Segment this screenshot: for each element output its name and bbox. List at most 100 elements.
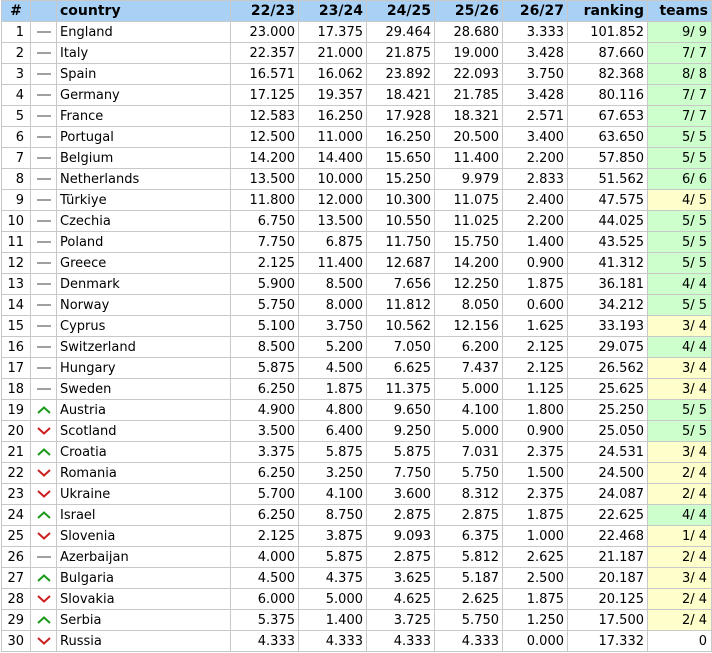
header-season-23-24[interactable]: 23/24 [298,0,367,22]
season-25-26-cell: 28.680 [434,21,503,43]
table-row[interactable]: 28 Slovakia 6.000 5.000 4.625 2.625 1.875 20.12… [1,588,712,610]
country-cell[interactable]: Portugal [56,126,231,148]
table-row[interactable]: 4 Germany 17.125 19.357 18.421 21.785 3.428 80.… [1,84,712,106]
teams-cell: 2/ 4 [647,546,712,568]
season-25-26-cell: 15.750 [434,231,503,253]
table-row[interactable]: 19 Austria 4.900 4.800 9.650 4.100 1.800 25.250… [1,399,712,421]
season-26-27-cell: 3.333 [502,21,568,43]
table-row[interactable]: 12 Greece 2.125 11.400 12.687 14.200 0.900 41.3… [1,252,712,274]
table-row[interactable]: 8 Netherlands 13.500 10.000 15.250 9.979 2.833… [1,168,712,190]
country-cell[interactable]: Poland [56,231,231,253]
header-season-25-26[interactable]: 25/26 [434,0,503,22]
trend-cell [30,630,57,652]
ranking-total-cell: 20.187 [567,567,648,589]
season-24-25-cell: 17.928 [366,105,435,127]
table-row[interactable]: 15 Cyprus 5.100 3.750 10.562 12.156 1.625 33.19… [1,315,712,337]
season-25-26-cell: 4.100 [434,399,503,421]
table-row[interactable]: 17 Hungary 5.875 4.500 6.625 7.437 2.125 26.562… [1,357,712,379]
season-24-25-cell: 29.464 [366,21,435,43]
country-cell[interactable]: Netherlands [56,168,231,190]
teams-cell: 5/ 5 [647,210,712,232]
header-season-22-23[interactable]: 22/23 [230,0,299,22]
table-row[interactable]: 25 Slovenia 2.125 3.875 9.093 6.375 1.000 22.46… [1,525,712,547]
country-cell[interactable]: Croatia [56,441,231,463]
season-26-27-cell: 1.875 [502,504,568,526]
rank-cell: 25 [1,525,31,547]
country-cell[interactable]: Norway [56,294,231,316]
country-cell[interactable]: Greece [56,252,231,274]
teams-cell: 3/ 4 [647,357,712,379]
country-cell[interactable]: Slovenia [56,525,231,547]
header-season-24-25[interactable]: 24/25 [366,0,435,22]
table-row[interactable]: 26 Azerbaijan 4.000 5.875 2.875 5.812 2.625 21.… [1,546,712,568]
table-row[interactable]: 9 Türkiye 11.800 12.000 10.300 11.075 2.400 47.… [1,189,712,211]
season-22-23-cell: 12.583 [230,105,299,127]
header-rank[interactable]: # [1,0,31,22]
country-cell[interactable]: Sweden [56,378,231,400]
country-cell[interactable]: Scotland [56,420,231,442]
table-row[interactable]: 5 France 12.583 16.250 17.928 18.321 2.571 67.6… [1,105,712,127]
table-row[interactable]: 13 Denmark 5.900 8.500 7.656 12.250 1.875 36.18… [1,273,712,295]
table-row[interactable]: 21 Croatia 3.375 5.875 5.875 7.031 2.375 24.531… [1,441,712,463]
table-row[interactable]: 1 England 23.000 17.375 29.464 28.680 3.333 101… [1,21,712,43]
table-row[interactable]: 29 Serbia 5.375 1.400 3.725 5.750 1.250 17.500 2… [1,609,712,631]
header-ranking[interactable]: ranking [567,0,648,22]
header-season-26-27[interactable]: 26/27 [502,0,568,22]
country-cell[interactable]: Romania [56,462,231,484]
table-row[interactable]: 3 Spain 16.571 16.062 23.892 22.093 3.750 82.36… [1,63,712,85]
table-row[interactable]: 30 Russia 4.333 4.333 4.333 4.333 0.000 17.332 0 [1,630,712,652]
country-cell[interactable]: Serbia [56,609,231,631]
table-row[interactable]: 2 Italy 22.357 21.000 21.875 19.000 3.428 87.66… [1,42,712,64]
country-cell[interactable]: Slovakia [56,588,231,610]
season-23-24-cell: 10.000 [298,168,367,190]
country-cell[interactable]: Bulgaria [56,567,231,589]
season-22-23-cell: 5.700 [230,483,299,505]
header-country[interactable]: country [56,0,231,22]
season-22-23-cell: 4.500 [230,567,299,589]
table-row[interactable]: 16 Switzerland 8.500 5.200 7.050 6.200 2.125 29… [1,336,712,358]
country-cell[interactable]: Austria [56,399,231,421]
table-row[interactable]: 23 Ukraine 5.700 4.100 3.600 8.312 2.375 24.087… [1,483,712,505]
table-row[interactable]: 14 Norway 5.750 8.000 11.812 8.050 0.600 34.212… [1,294,712,316]
table-row[interactable]: 27 Bulgaria 4.500 4.375 3.625 5.187 2.500 20.18… [1,567,712,589]
country-cell[interactable]: Italy [56,42,231,64]
ranking-total-cell: 21.187 [567,546,648,568]
country-cell[interactable]: Russia [56,630,231,652]
table-row[interactable]: 24 Israel 6.250 8.750 2.875 2.875 1.875 22.625 4… [1,504,712,526]
country-cell[interactable]: Hungary [56,357,231,379]
rank-cell: 16 [1,336,31,358]
rank-cell: 12 [1,252,31,274]
season-22-23-cell: 3.500 [230,420,299,442]
country-cell[interactable]: Switzerland [56,336,231,358]
season-25-26-cell: 8.312 [434,483,503,505]
trend-cell [30,546,57,568]
table-row[interactable]: 11 Poland 7.750 6.875 11.750 15.750 1.400 43.52… [1,231,712,253]
season-23-24-cell: 5.875 [298,441,367,463]
country-cell[interactable]: England [56,21,231,43]
season-25-26-cell: 5.750 [434,462,503,484]
country-cell[interactable]: Cyprus [56,315,231,337]
country-cell[interactable]: Spain [56,63,231,85]
ranking-total-cell: 24.087 [567,483,648,505]
trend-cell [30,273,57,295]
country-cell[interactable]: Czechia [56,210,231,232]
country-cell[interactable]: Belgium [56,147,231,169]
trend-down-icon [36,490,51,498]
header-teams[interactable]: teams [647,0,712,22]
table-row[interactable]: 18 Sweden 6.250 1.875 11.375 5.000 1.125 25.625… [1,378,712,400]
table-row[interactable]: 20 Scotland 3.500 6.400 9.250 5.000 0.900 25.05… [1,420,712,442]
season-22-23-cell: 8.500 [230,336,299,358]
table-row[interactable]: 7 Belgium 14.200 14.400 15.650 11.400 2.200 57.… [1,147,712,169]
table-row[interactable]: 6 Portugal 12.500 11.000 16.250 20.500 3.400 63… [1,126,712,148]
country-cell[interactable]: Azerbaijan [56,546,231,568]
country-cell[interactable]: Türkiye [56,189,231,211]
country-cell[interactable]: Germany [56,84,231,106]
country-cell[interactable]: France [56,105,231,127]
table-row[interactable]: 22 Romania 6.250 3.250 7.750 5.750 1.500 24.500… [1,462,712,484]
country-cell[interactable]: Ukraine [56,483,231,505]
table-row[interactable]: 10 Czechia 6.750 13.500 10.550 11.025 2.200 44.… [1,210,712,232]
season-22-23-cell: 4.000 [230,546,299,568]
country-cell[interactable]: Israel [56,504,231,526]
rank-cell: 30 [1,630,31,652]
country-cell[interactable]: Denmark [56,273,231,295]
